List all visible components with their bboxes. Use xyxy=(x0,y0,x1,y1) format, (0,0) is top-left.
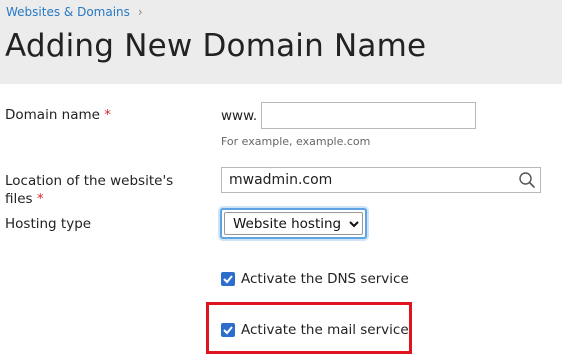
highlight-box xyxy=(206,302,412,354)
breadcrumb: Websites & Domains › xyxy=(6,5,143,19)
hosting-type-selected-value: Website hosting xyxy=(233,216,342,232)
www-prefix: www. xyxy=(221,108,258,124)
search-icon[interactable] xyxy=(518,171,536,189)
domain-name-hint: For example, example.com xyxy=(221,135,371,148)
required-mark: * xyxy=(104,107,112,123)
location-input[interactable]: mwadmin.com xyxy=(221,167,541,193)
location-input-value: mwadmin.com xyxy=(229,172,333,188)
dns-service-checkbox[interactable] xyxy=(221,272,235,286)
location-label: Location of the website's files * xyxy=(5,172,173,208)
location-label-line2: files xyxy=(5,191,33,207)
breadcrumb-separator-icon: › xyxy=(137,5,143,19)
dns-service-label: Activate the DNS service xyxy=(241,271,409,287)
domain-name-input[interactable] xyxy=(261,102,476,129)
required-mark: * xyxy=(36,191,44,207)
chevron-down-icon xyxy=(349,221,359,228)
dns-service-row: Activate the DNS service xyxy=(221,271,409,287)
hosting-type-label: Hosting type xyxy=(5,216,92,232)
hosting-type-select[interactable]: Website hosting xyxy=(220,208,367,239)
domain-name-label: Domain name * xyxy=(5,106,111,124)
location-label-line1: Location of the website's xyxy=(5,173,174,189)
page-title: Adding New Domain Name xyxy=(5,28,427,64)
checkmark-icon xyxy=(223,275,233,284)
page-header: Websites & Domains › Adding New Domain N… xyxy=(0,0,562,84)
breadcrumb-link-websites-domains[interactable]: Websites & Domains xyxy=(6,5,130,19)
domain-name-label-text: Domain name xyxy=(5,107,100,123)
